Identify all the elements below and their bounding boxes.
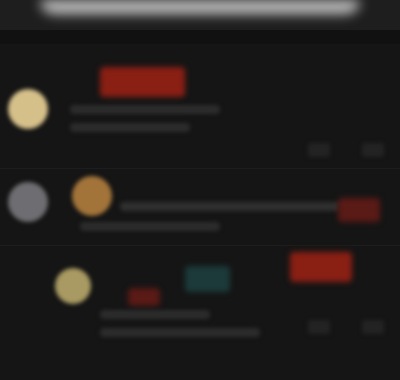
like-button[interactable] xyxy=(362,320,384,334)
author-name xyxy=(70,105,220,114)
comment-item xyxy=(0,55,400,165)
header-strip xyxy=(0,30,400,44)
comment-item xyxy=(0,170,400,255)
author-badge[interactable] xyxy=(100,67,185,97)
author-badge[interactable] xyxy=(338,198,380,222)
like-button[interactable] xyxy=(362,143,384,157)
tag-badge[interactable] xyxy=(128,288,160,306)
top-glow xyxy=(40,0,360,14)
top-bar xyxy=(0,0,400,30)
comment-text xyxy=(120,202,340,211)
comment-text xyxy=(70,123,190,132)
avatar[interactable] xyxy=(8,182,48,222)
tag-badge[interactable] xyxy=(185,266,230,292)
comment-text xyxy=(100,328,260,337)
avatar[interactable] xyxy=(8,89,48,129)
reply-button[interactable] xyxy=(308,143,330,157)
avatar[interactable] xyxy=(55,268,91,304)
author-badge[interactable] xyxy=(290,252,352,282)
author-name xyxy=(100,310,210,319)
divider xyxy=(0,168,400,169)
reply-button[interactable] xyxy=(308,320,330,334)
comment-item xyxy=(0,248,400,378)
divider xyxy=(0,245,400,246)
avatar[interactable] xyxy=(72,176,112,216)
author-name xyxy=(80,222,220,231)
